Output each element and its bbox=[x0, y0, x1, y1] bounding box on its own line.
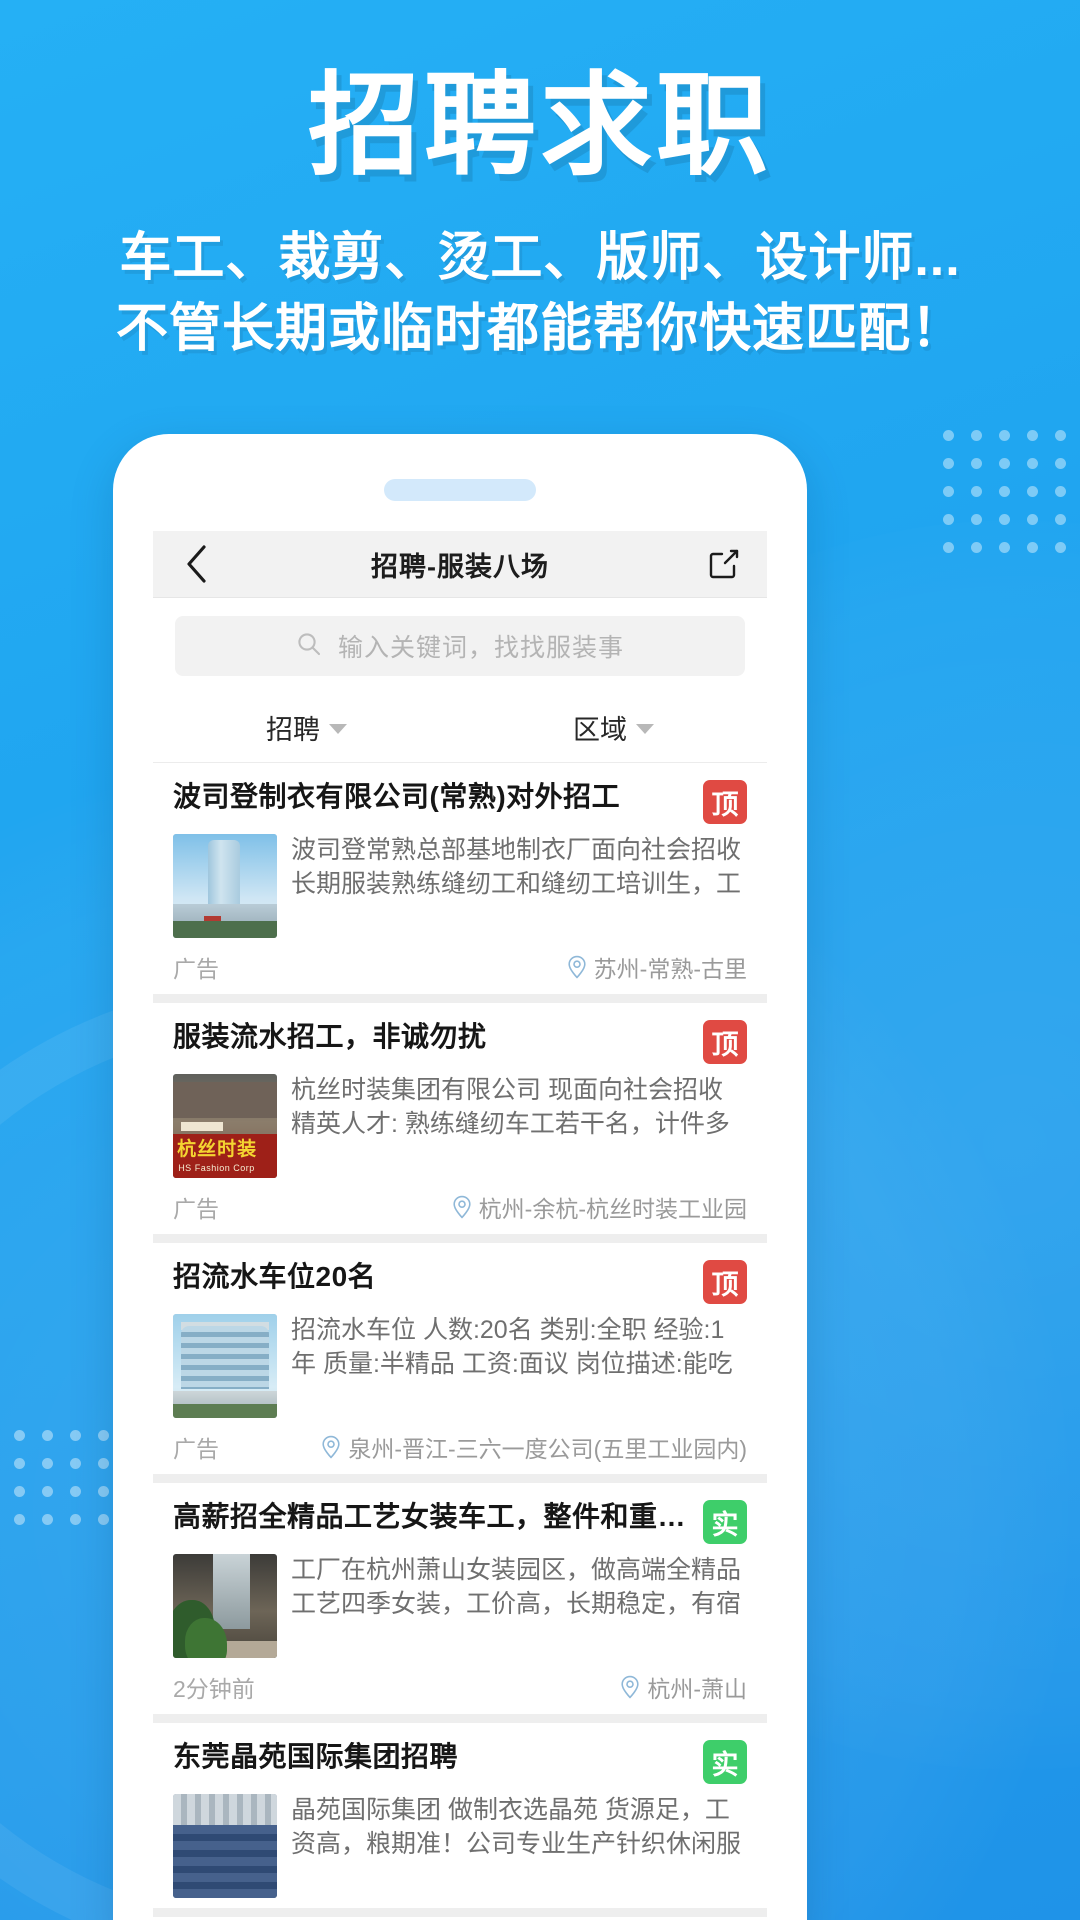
card-body: 杭丝时装 HS Fashion Corp 杭丝时装集团有限公司 现面向社会招收精… bbox=[173, 1074, 747, 1178]
status-badge: 实 bbox=[703, 1500, 747, 1544]
job-meta: 2分钟前 bbox=[173, 1676, 255, 1702]
hero-subtitle: 车工、裁剪、烫工、版师、设计师... 不管长期或临时都能帮你快速匹配！ bbox=[0, 223, 1080, 364]
location-pin-icon bbox=[322, 1435, 340, 1459]
location-pin-icon bbox=[621, 1675, 639, 1699]
page-title: 招聘-服装八场 bbox=[371, 551, 549, 582]
location-pin-icon bbox=[568, 955, 586, 979]
app-navbar: 招聘-服装八场 bbox=[153, 531, 767, 598]
card-header: 东莞晶苑国际集团招聘 实 bbox=[173, 1739, 747, 1784]
status-badge: 顶 bbox=[703, 1260, 747, 1304]
job-meta: 广告 bbox=[173, 1196, 219, 1222]
search-icon bbox=[296, 631, 322, 662]
filter-region[interactable]: 区域 bbox=[460, 708, 767, 747]
hero-subtitle-line-2: 不管长期或临时都能帮你快速匹配！ bbox=[115, 299, 964, 358]
job-location: 杭州-余杭-杭丝时装工业园 bbox=[452, 1190, 747, 1224]
card-body: 招流水车位 人数:20名 类别:全职 经验:1年 质量:半精品 工资:面议 岗位… bbox=[173, 1314, 747, 1418]
card-header: 招流水车位20名 顶 bbox=[173, 1259, 747, 1304]
dot-grid-right bbox=[943, 430, 1066, 553]
hero-title: 招聘求职 bbox=[308, 63, 772, 188]
app-screen: 招聘-服装八场 输入关键词，找找服装事 招聘 区域 波司登制衣有限公司(常熟)对… bbox=[153, 531, 767, 1920]
filter-recruitment[interactable]: 招聘 bbox=[153, 708, 460, 747]
chevron-down-icon bbox=[636, 724, 654, 734]
job-description: 杭丝时装集团有限公司 现面向社会招收精英人才: 熟练缝纫车工若干名，计件多劳多得… bbox=[291, 1076, 730, 1144]
status-badge: 顶 bbox=[703, 780, 747, 824]
card-footer: 2分钟前 杭州-萧山 bbox=[173, 1670, 747, 1704]
list-item[interactable]: 波司登制衣有限公司(常熟)对外招工 顶 波司登常熟总部基地制衣厂面向社会招收长期… bbox=[153, 763, 767, 1003]
search-input[interactable]: 输入关键词，找找服装事 bbox=[175, 616, 745, 676]
job-meta: 广告 bbox=[173, 956, 219, 982]
search-section: 输入关键词，找找服装事 bbox=[153, 598, 767, 692]
job-location: 杭州-萧山 bbox=[620, 1670, 747, 1704]
card-footer: 广告 杭州-余杭-杭丝时装工业园 bbox=[173, 1190, 747, 1224]
job-description: 波司登常熟总部基地制衣厂面向社会招收长期服装熟练缝纫工和缝纫工培训生，工作生活环… bbox=[291, 836, 742, 904]
card-header: 波司登制衣有限公司(常熟)对外招工 顶 bbox=[173, 779, 747, 824]
job-thumbnail bbox=[173, 1314, 277, 1418]
status-badge: 实 bbox=[703, 1740, 747, 1784]
list-item[interactable]: 高薪招全精品工艺女装车工，整件和重点工序 实 工厂在杭州萧山女装园区，做高端全精… bbox=[153, 1483, 767, 1723]
share-icon[interactable] bbox=[703, 543, 745, 585]
job-thumbnail bbox=[173, 1554, 277, 1658]
phone-mockup: 招聘-服装八场 输入关键词，找找服装事 招聘 区域 波司登制衣有限公司(常熟)对… bbox=[113, 434, 807, 1920]
card-footer: 广告 泉州-晋江-三六一度公司(五里工业园内) bbox=[173, 1430, 747, 1464]
job-description: 招流水车位 人数:20名 类别:全职 经验:1年 质量:半精品 工资:面议 岗位… bbox=[291, 1316, 733, 1384]
filter-recruitment-label: 招聘 bbox=[266, 714, 320, 745]
chevron-down-icon bbox=[329, 724, 347, 734]
job-listing-list: 波司登制衣有限公司(常熟)对外招工 顶 波司登常熟总部基地制衣厂面向社会招收长期… bbox=[153, 763, 767, 1917]
hero-subtitle-line-1: 车工、裁剪、烫工、版师、设计师... bbox=[119, 228, 961, 287]
hero-section: 招聘求职 车工、裁剪、烫工、版师、设计师... 不管长期或临时都能帮你快速匹配！ bbox=[0, 63, 1080, 364]
search-placeholder: 输入关键词，找找服装事 bbox=[337, 634, 624, 662]
job-title: 招流水车位20名 bbox=[173, 1261, 377, 1292]
card-header: 高薪招全精品工艺女装车工，整件和重点工序 实 bbox=[173, 1499, 747, 1544]
card-body: 工厂在杭州萧山女装园区，做高端全精品工艺四季女装，工价高，长期稳定，有宿舍空调热… bbox=[173, 1554, 747, 1658]
location-pin-icon bbox=[453, 1195, 471, 1219]
job-description: 工厂在杭州萧山女装园区，做高端全精品工艺四季女装，工价高，长期稳定，有宿舍空调热… bbox=[291, 1556, 742, 1624]
list-item[interactable]: 招流水车位20名 顶 招流水车位 人数:20名 类别:全职 经验:1年 质量:半… bbox=[153, 1243, 767, 1483]
job-thumbnail bbox=[173, 834, 277, 938]
job-title: 东莞晶苑国际集团招聘 bbox=[173, 1741, 459, 1772]
card-body: 波司登常熟总部基地制衣厂面向社会招收长期服装熟练缝纫工和缝纫工培训生，工作生活环… bbox=[173, 834, 747, 938]
thumbnail-subtext: HS Fashion Corp bbox=[178, 1162, 255, 1173]
card-body: 晶苑国际集团 做制衣选晶苑 货源足，工资高，粮期准！公司专业生产针织休闲服装，因… bbox=[173, 1794, 747, 1898]
job-location-label: 苏州-常熟-古里 bbox=[593, 956, 747, 982]
job-thumbnail: 杭丝时装 HS Fashion Corp bbox=[173, 1074, 277, 1178]
card-footer: 广告 苏州-常熟-古里 bbox=[173, 950, 747, 984]
filter-region-label: 区域 bbox=[573, 714, 627, 745]
job-location-label: 泉州-晋江-三六一度公司(五里工业园内) bbox=[348, 1436, 747, 1462]
job-title: 波司登制衣有限公司(常熟)对外招工 bbox=[173, 781, 621, 812]
job-description: 晶苑国际集团 做制衣选晶苑 货源足，工资高，粮期准！公司专业生产针织休闲服装，因… bbox=[291, 1796, 742, 1864]
thumbnail-text: 杭丝时装 bbox=[177, 1139, 258, 1161]
job-location-label: 杭州-余杭-杭丝时装工业园 bbox=[478, 1196, 747, 1222]
filter-bar: 招聘 区域 bbox=[153, 692, 767, 763]
job-location-label: 杭州-萧山 bbox=[647, 1676, 747, 1702]
card-header: 服装流水招工，非诚勿扰 顶 bbox=[173, 1019, 747, 1064]
back-icon[interactable] bbox=[175, 543, 217, 585]
job-meta: 广告 bbox=[173, 1436, 219, 1462]
phone-speaker bbox=[384, 479, 536, 501]
job-location: 苏州-常熟-古里 bbox=[567, 950, 747, 984]
job-title: 高薪招全精品工艺女装车工，整件和重点工序 bbox=[173, 1501, 689, 1532]
list-item[interactable]: 东莞晶苑国际集团招聘 实 晶苑国际集团 做制衣选晶苑 货源足，工资高，粮期准！公… bbox=[153, 1723, 767, 1917]
status-badge: 顶 bbox=[703, 1020, 747, 1064]
job-thumbnail bbox=[173, 1794, 277, 1898]
promo-screen: 招聘求职 车工、裁剪、烫工、版师、设计师... 不管长期或临时都能帮你快速匹配！… bbox=[0, 0, 1080, 1920]
list-item[interactable]: 服装流水招工，非诚勿扰 顶 杭丝时装 HS Fashion Corp 杭丝时装集… bbox=[153, 1003, 767, 1243]
job-location: 泉州-晋江-三六一度公司(五里工业园内) bbox=[321, 1430, 747, 1464]
job-title: 服装流水招工，非诚勿扰 bbox=[173, 1021, 487, 1052]
